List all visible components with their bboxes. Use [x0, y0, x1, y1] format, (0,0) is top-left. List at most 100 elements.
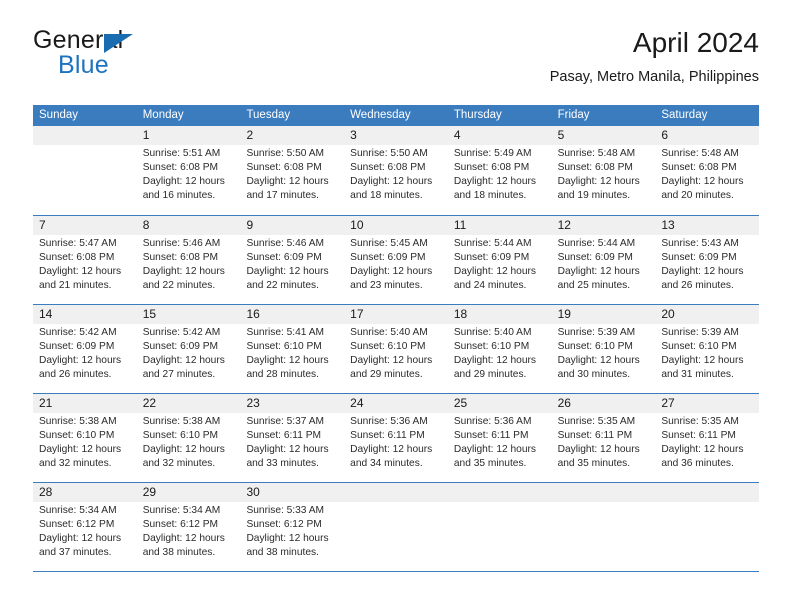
calendar-day-cell[interactable]: 6 Sunrise: 5:48 AM Sunset: 6:08 PM Daylight… [655, 126, 759, 215]
day-sun-info: Sunrise: 5:38 AM Sunset: 6:10 PM Daylight:… [39, 413, 132, 471]
calendar-day-cell[interactable]: 12 Sunrise: 5:44 AM Sunset: 6:09 PM Dayligh… [552, 216, 656, 304]
daylight-duration-line1: Daylight: 12 hours [557, 265, 640, 277]
day-number: 16 [246, 307, 260, 321]
daylight-duration-line1: Daylight: 12 hours [350, 175, 433, 187]
daylight-duration-line1: Daylight: 12 hours [557, 354, 640, 366]
calendar-day-cell[interactable]: 16 Sunrise: 5:41 AM Sunset: 6:10 PM Dayligh… [240, 305, 344, 393]
calendar-day-cell[interactable]: 30 Sunrise: 5:33 AM Sunset: 6:12 PM Dayligh… [240, 483, 344, 571]
calendar-day-cell[interactable]: 23 Sunrise: 5:37 AM Sunset: 6:11 PM Dayligh… [240, 394, 344, 482]
calendar-day-cell[interactable]: 25 Sunrise: 5:36 AM Sunset: 6:11 PM Dayligh… [448, 394, 552, 482]
sunrise-time: Sunrise: 5:46 AM [142, 238, 221, 249]
logo-text-blue: Blue [58, 51, 109, 79]
sunrise-time: Sunrise: 5:45 AM [350, 238, 428, 249]
calendar-day-cell[interactable]: 8 Sunrise: 5:46 AM Sunset: 6:08 PM Daylight… [137, 216, 241, 304]
daylight-duration-line1: Daylight: 12 hours [453, 265, 536, 277]
calendar-day-cell[interactable]: 29 Sunrise: 5:34 AM Sunset: 6:12 PM Dayligh… [137, 483, 241, 571]
calendar-day-cell[interactable]: 21 Sunrise: 5:38 AM Sunset: 6:10 PM Dayligh… [33, 394, 137, 482]
sunrise-time: Sunrise: 5:36 AM [453, 416, 532, 427]
sunrise-time: Sunrise: 5:40 AM [453, 327, 532, 338]
calendar-day-cell[interactable]: 13 Sunrise: 5:43 AM Sunset: 6:09 PM Dayligh… [655, 216, 759, 304]
day-number: 30 [246, 485, 260, 499]
day-sun-info: Sunrise: 5:42 AM Sunset: 6:09 PM Daylight:… [143, 324, 236, 382]
calendar-day-cell-empty [448, 483, 552, 571]
daylight-duration-line1: Daylight: 12 hours [557, 443, 640, 455]
daylight-duration-line2: and 28 minutes. [246, 368, 319, 380]
day-number: 29 [142, 485, 157, 499]
sunset-time: Sunset: 6:08 PM [142, 161, 219, 173]
daylight-duration-line1: Daylight: 12 hours [246, 354, 329, 366]
sunrise-time: Sunrise: 5:48 AM [661, 148, 739, 159]
calendar-day-cell[interactable]: 18 Sunrise: 5:40 AM Sunset: 6:10 PM Dayligh… [448, 305, 552, 393]
sunrise-time: Sunrise: 5:34 AM [39, 505, 117, 516]
sunrise-time: Sunrise: 5:39 AM [557, 327, 636, 338]
sunset-time: Sunset: 6:10 PM [350, 340, 426, 352]
sunrise-time: Sunrise: 5:50 AM [246, 148, 325, 159]
calendar-day-cell[interactable]: 27 Sunrise: 5:35 AM Sunset: 6:11 PM Dayligh… [655, 394, 759, 482]
calendar-day-cell[interactable]: 9 Sunrise: 5:46 AM Sunset: 6:09 PM Daylight… [240, 216, 344, 304]
page-header: General Blue April 2024 Pasay, Metro Man… [33, 26, 759, 98]
calendar-day-cell[interactable]: 10 Sunrise: 5:45 AM Sunset: 6:09 PM Dayligh… [344, 216, 448, 304]
sunrise-time: Sunrise: 5:37 AM [246, 416, 325, 427]
calendar-day-cell[interactable]: 1 Sunrise: 5:51 AM Sunset: 6:08 PM Daylight… [137, 126, 241, 215]
daylight-duration-line1: Daylight: 12 hours [453, 443, 536, 455]
sunset-time: Sunset: 6:08 PM [39, 251, 115, 263]
day-number: 12 [557, 218, 571, 232]
sunset-time: Sunset: 6:09 PM [557, 251, 633, 263]
calendar-day-cell[interactable]: 26 Sunrise: 5:35 AM Sunset: 6:11 PM Dayligh… [552, 394, 656, 482]
day-number: 6 [661, 128, 668, 142]
sunset-time: Sunset: 6:09 PM [142, 340, 219, 352]
weekday-header-saturday: Saturday [661, 109, 708, 121]
daylight-duration-line1: Daylight: 12 hours [661, 265, 744, 277]
calendar-day-cell[interactable]: 7 Sunrise: 5:47 AM Sunset: 6:08 PM Daylight… [33, 216, 137, 304]
day-number: 19 [557, 307, 571, 321]
day-sun-info: Sunrise: 5:35 AM Sunset: 6:11 PM Daylight:… [558, 413, 651, 471]
sunrise-time: Sunrise: 5:44 AM [557, 238, 636, 249]
calendar-day-cell[interactable]: 19 Sunrise: 5:39 AM Sunset: 6:10 PM Dayligh… [552, 305, 656, 393]
day-number: 24 [350, 396, 364, 410]
day-sun-info: Sunrise: 5:50 AM Sunset: 6:08 PM Daylight:… [350, 145, 443, 203]
weekday-header-row: Sunday Monday Tuesday Wednesday Thursday… [33, 105, 759, 126]
daylight-duration-line2: and 19 minutes. [557, 189, 631, 201]
calendar-day-cell[interactable]: 17 Sunrise: 5:40 AM Sunset: 6:10 PM Dayligh… [344, 305, 448, 393]
sunrise-time: Sunrise: 5:33 AM [246, 505, 325, 516]
sunset-time: Sunset: 6:10 PM [246, 340, 322, 352]
daylight-duration-line1: Daylight: 12 hours [246, 175, 329, 187]
calendar-day-cell[interactable]: 28 Sunrise: 5:34 AM Sunset: 6:12 PM Dayligh… [33, 483, 137, 571]
calendar-day-cell[interactable]: 2 Sunrise: 5:50 AM Sunset: 6:08 PM Daylight… [240, 126, 344, 215]
daylight-duration-line1: Daylight: 12 hours [246, 265, 329, 277]
daylight-duration-line1: Daylight: 12 hours [39, 532, 122, 544]
daylight-duration-line1: Daylight: 12 hours [453, 354, 536, 366]
day-sun-info: Sunrise: 5:40 AM Sunset: 6:10 PM Daylight:… [350, 324, 443, 382]
day-number: 20 [661, 307, 675, 321]
daylight-duration-line1: Daylight: 12 hours [142, 265, 225, 277]
daylight-duration-line1: Daylight: 12 hours [142, 532, 225, 544]
calendar-day-cell[interactable]: 3 Sunrise: 5:50 AM Sunset: 6:08 PM Daylight… [344, 126, 448, 215]
daylight-duration-line2: and 21 minutes. [39, 279, 112, 291]
calendar-day-cell[interactable]: 15 Sunrise: 5:42 AM Sunset: 6:09 PM Dayligh… [137, 305, 241, 393]
daylight-duration-line2: and 38 minutes. [142, 546, 216, 558]
day-sun-info: Sunrise: 5:34 AM Sunset: 6:12 PM Daylight:… [39, 502, 132, 560]
calendar-day-cell[interactable]: 22 Sunrise: 5:38 AM Sunset: 6:10 PM Dayligh… [137, 394, 241, 482]
day-sun-info: Sunrise: 5:46 AM Sunset: 6:09 PM Daylight:… [246, 235, 339, 293]
sunrise-time: Sunrise: 5:40 AM [350, 327, 428, 338]
daylight-duration-line2: and 26 minutes. [39, 368, 112, 380]
sunset-time: Sunset: 6:11 PM [350, 429, 425, 441]
day-number: 26 [557, 396, 571, 410]
calendar-day-cell[interactable]: 11 Sunrise: 5:44 AM Sunset: 6:09 PM Dayligh… [448, 216, 552, 304]
sunrise-time: Sunrise: 5:38 AM [39, 416, 117, 427]
sunset-time: Sunset: 6:12 PM [246, 518, 322, 530]
calendar-day-cell-empty [33, 126, 137, 215]
daylight-duration-line1: Daylight: 12 hours [350, 443, 433, 455]
day-sun-info: Sunrise: 5:49 AM Sunset: 6:08 PM Daylight:… [454, 145, 547, 203]
calendar-day-cell[interactable]: 4 Sunrise: 5:49 AM Sunset: 6:08 PM Daylight… [448, 126, 552, 215]
calendar-day-cell[interactable]: 5 Sunrise: 5:48 AM Sunset: 6:08 PM Daylight… [552, 126, 656, 215]
day-sun-info: Sunrise: 5:48 AM Sunset: 6:08 PM Daylight:… [558, 145, 651, 203]
general-blue-logo[interactable]: General Blue [33, 26, 253, 84]
calendar-day-cell[interactable]: 14 Sunrise: 5:42 AM Sunset: 6:09 PM Dayligh… [33, 305, 137, 393]
daylight-duration-line2: and 31 minutes. [661, 368, 734, 380]
day-sun-info: Sunrise: 5:35 AM Sunset: 6:11 PM Daylight:… [661, 413, 754, 471]
calendar-day-cell[interactable]: 24 Sunrise: 5:36 AM Sunset: 6:11 PM Dayligh… [344, 394, 448, 482]
day-sun-info: Sunrise: 5:45 AM Sunset: 6:09 PM Daylight:… [350, 235, 443, 293]
location-subtitle: Pasay, Metro Manila, Philippines [549, 69, 759, 85]
calendar-day-cell[interactable]: 20 Sunrise: 5:39 AM Sunset: 6:10 PM Dayligh… [655, 305, 759, 393]
